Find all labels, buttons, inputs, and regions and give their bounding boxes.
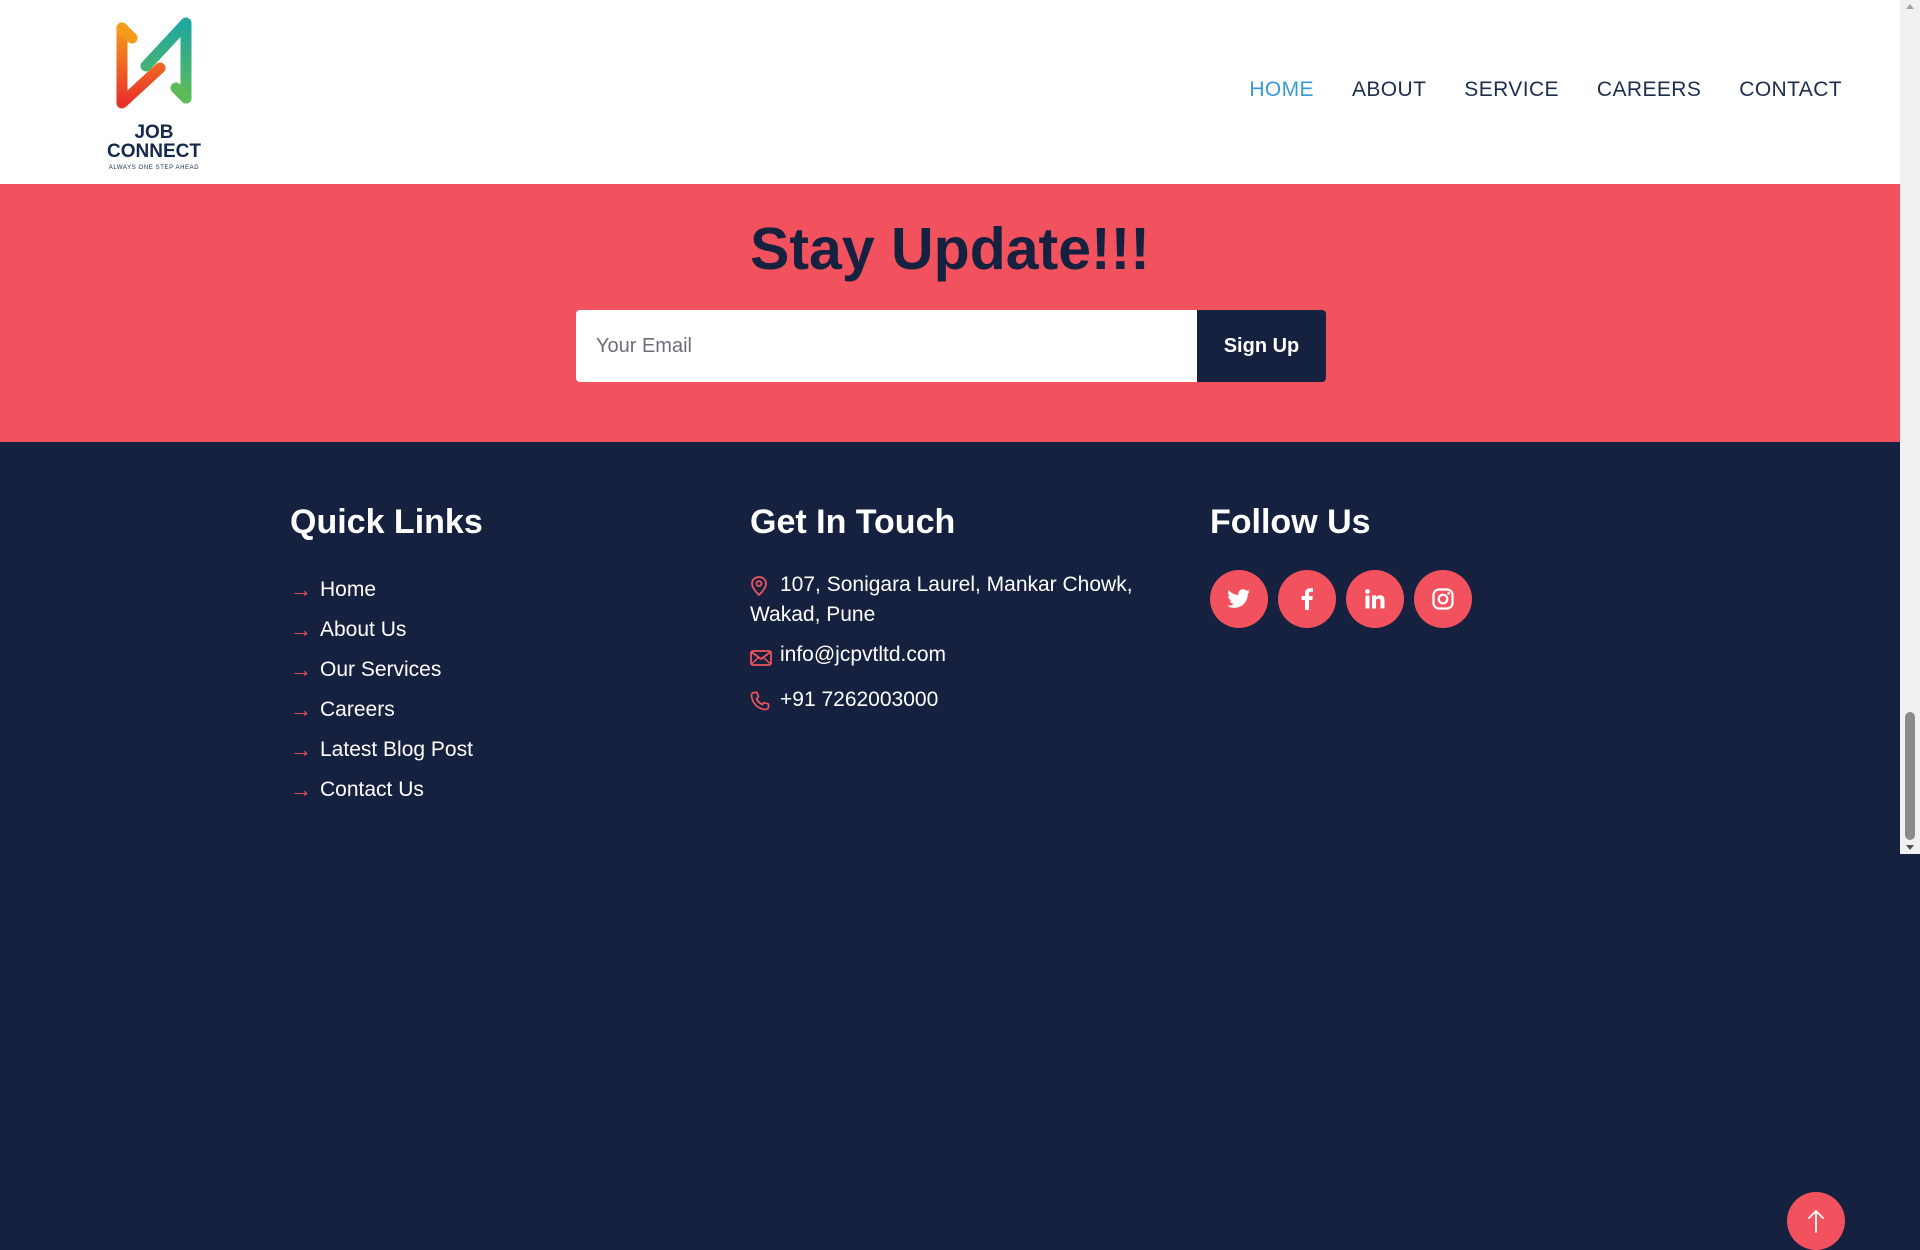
quick-link-about[interactable]: → About Us: [290, 610, 710, 650]
twitter-button[interactable]: [1210, 570, 1268, 628]
scrollbar-thumb[interactable]: [1905, 712, 1915, 840]
quick-link-services[interactable]: → Our Services: [290, 650, 710, 690]
quick-link-contact[interactable]: → Contact Us: [290, 770, 710, 810]
phone-row[interactable]: +91 7262003000: [750, 685, 1170, 720]
arrow-right-icon: →: [290, 777, 312, 802]
quick-links-title: Quick Links: [290, 503, 483, 541]
email-row[interactable]: info@jcpvtltd.com: [750, 640, 1170, 675]
page-scrollbar[interactable]: [1900, 0, 1920, 854]
newsletter-section: Stay Update!!! Sign Up: [0, 184, 1900, 442]
back-to-top-button[interactable]: [1787, 1192, 1845, 1250]
quick-link-careers[interactable]: → Careers: [290, 690, 710, 730]
facebook-icon: [1301, 588, 1313, 610]
quick-link-blog[interactable]: → Latest Blog Post: [290, 730, 710, 770]
site-header: JOB CONNECT ALWAYS ONE STEP AHEAD HOME A…: [0, 0, 1900, 184]
arrow-up-icon: [1808, 1210, 1824, 1233]
newsletter-title: Stay Update!!!: [750, 216, 1150, 282]
contact-column: Get In Touch 107, Sonigara Laurel, Manka…: [750, 502, 1170, 730]
quick-links-column: Quick Links → Home → About Us → Our Service…: [290, 502, 710, 810]
logo-text-job: JOB: [134, 122, 174, 143]
arrow-right-icon: →: [290, 617, 312, 642]
nav-contact[interactable]: CONTACT: [1739, 76, 1842, 104]
contact-title: Get In Touch: [750, 503, 956, 541]
linkedin-button[interactable]: [1346, 570, 1404, 628]
site-footer: Quick Links → Home → About Us → Our Service…: [0, 442, 1900, 1250]
envelope-icon: [750, 640, 780, 675]
address-line-1: 107, Sonigara Laurel, Mankar Chowk,: [780, 573, 1133, 596]
facebook-button[interactable]: [1278, 570, 1336, 628]
quick-link-label: Latest Blog Post: [320, 738, 473, 761]
nav-about[interactable]: ABOUT: [1352, 76, 1426, 104]
quick-link-label: Careers: [320, 698, 395, 721]
quick-links-list: → Home → About Us → Our Services → Careers →…: [290, 570, 710, 810]
address-row: 107, Sonigara Laurel, Mankar Chowk, Waka…: [750, 570, 1170, 630]
scroll-down-arrow-icon[interactable]: [1906, 845, 1914, 850]
phone-icon: [750, 685, 780, 720]
instagram-icon: [1432, 588, 1454, 610]
arrow-right-icon: →: [290, 737, 312, 762]
instagram-button[interactable]: [1414, 570, 1472, 628]
quick-link-label: Our Services: [320, 658, 442, 681]
contact-phone: +91 7262003000: [780, 688, 939, 711]
follow-column: Follow Us: [1210, 502, 1630, 628]
main-nav: HOME ABOUT SERVICE CAREERS CONTACT: [1211, 76, 1842, 104]
follow-title: Follow Us: [1210, 503, 1371, 541]
nav-careers[interactable]: CAREERS: [1597, 76, 1701, 104]
sign-up-button[interactable]: Sign Up: [1197, 310, 1326, 382]
twitter-icon: [1227, 589, 1250, 608]
logo-mark-icon: [116, 17, 192, 109]
logo-tagline: ALWAYS ONE STEP AHEAD: [108, 165, 200, 171]
arrow-right-icon: →: [290, 577, 312, 602]
quick-link-label: Contact Us: [320, 778, 424, 801]
quick-link-label: Home: [320, 578, 377, 601]
arrow-right-icon: →: [290, 657, 312, 682]
email-input[interactable]: [576, 310, 1197, 382]
nav-service[interactable]: SERVICE: [1464, 76, 1559, 104]
contact-email: info@jcpvtltd.com: [780, 643, 947, 666]
address-line-2: Wakad, Pune: [750, 603, 876, 626]
scroll-up-arrow-icon[interactable]: [1906, 4, 1914, 9]
linkedin-icon: [1365, 589, 1385, 609]
logo[interactable]: JOB CONNECT ALWAYS ONE STEP AHEAD: [96, 8, 212, 171]
logo-text-connect: CONNECT: [107, 141, 201, 162]
quick-link-label: About Us: [320, 618, 407, 641]
quick-link-home[interactable]: → Home: [290, 570, 710, 610]
arrow-right-icon: →: [290, 697, 312, 722]
social-links: [1210, 570, 1630, 628]
nav-home[interactable]: HOME: [1249, 76, 1314, 104]
